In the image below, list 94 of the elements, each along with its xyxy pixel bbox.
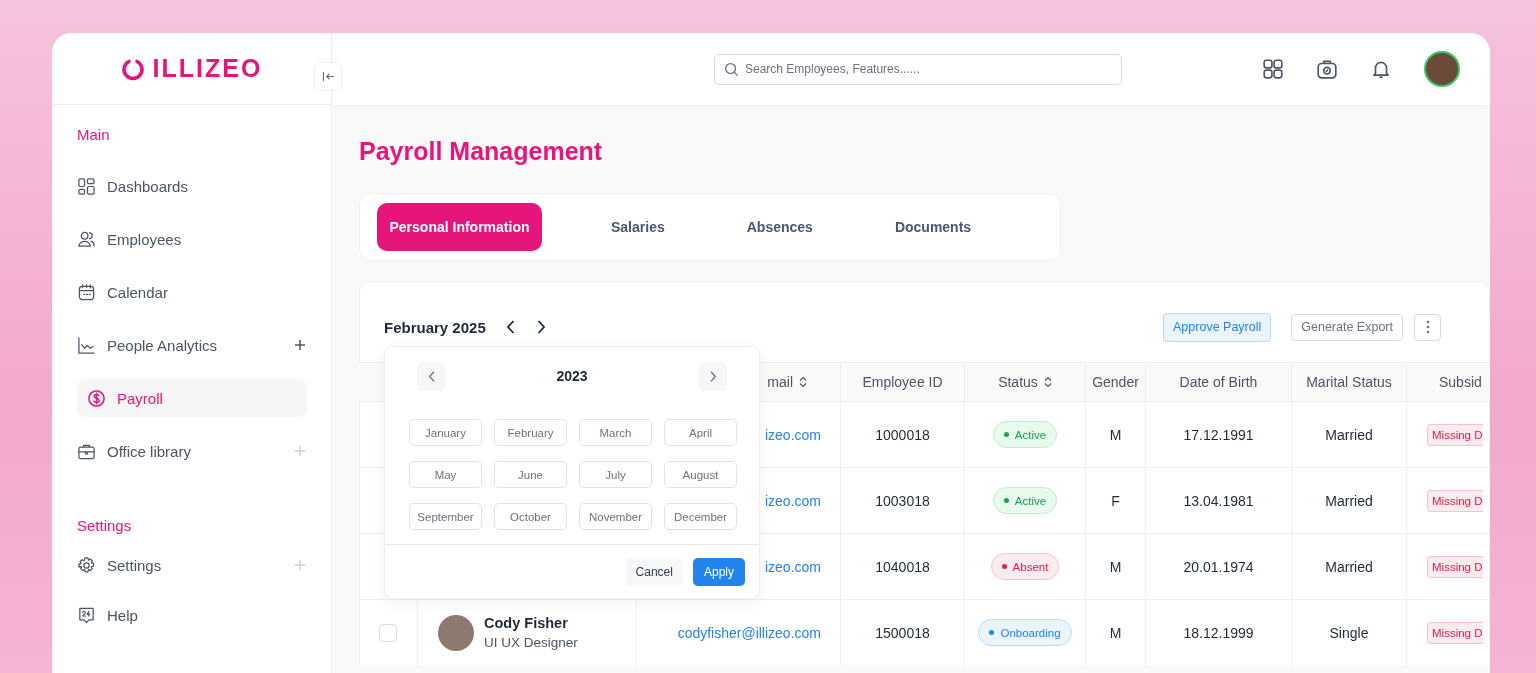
table-cell: M <box>1109 426 1122 443</box>
column-header: Employee ID <box>862 374 943 390</box>
chevron-right-icon <box>708 369 717 383</box>
column-header: Date of Birth <box>1179 374 1258 390</box>
column-header: mail <box>767 374 793 390</box>
status-badge: Absent <box>990 553 1060 580</box>
email-link[interactable]: izeo.com <box>764 426 821 443</box>
status-badge: Active <box>992 421 1058 448</box>
settings-icon <box>77 555 96 575</box>
column-header: Status <box>998 374 1038 390</box>
table-cell: 20.01.1974 <box>1183 558 1254 575</box>
grid-icon <box>77 176 96 196</box>
table-cell: M <box>1109 624 1122 641</box>
search-icon <box>724 61 739 77</box>
table-cell: 1500018 <box>875 624 930 641</box>
table-cell: Single <box>1329 624 1369 641</box>
chevron-left-icon <box>427 369 436 383</box>
approve-payroll-button[interactable]: Approve Payroll <box>1163 312 1272 342</box>
table-cell: Married <box>1325 426 1373 443</box>
month-option[interactable]: August <box>664 461 737 488</box>
plus-icon[interactable] <box>294 339 306 351</box>
apply-button[interactable]: Apply <box>692 557 745 586</box>
table-cell: 1000018 <box>875 426 930 443</box>
missing-badge: Missing D <box>1427 423 1484 446</box>
tab[interactable]: Absences <box>705 203 854 251</box>
month-option[interactable]: May <box>409 461 482 488</box>
column-header: Subsid <box>1439 374 1482 390</box>
chevron-left-icon[interactable] <box>505 319 516 335</box>
more-vertical-icon <box>1425 320 1430 334</box>
users-icon <box>77 229 96 249</box>
table-cell: 13.04.1981 <box>1183 492 1254 509</box>
chevron-right-icon[interactable] <box>535 319 546 335</box>
table-cell: 1003018 <box>875 492 930 509</box>
month-option[interactable]: September <box>409 503 482 530</box>
sidebar-item[interactable]: Payroll <box>77 379 307 417</box>
table-cell: 18.12.1999 <box>1183 624 1254 641</box>
email-link[interactable]: izeo.com <box>764 492 821 509</box>
month-option[interactable]: January <box>409 419 482 446</box>
month-option[interactable]: October <box>494 503 567 530</box>
sidebar-item[interactable]: Calendar <box>77 273 307 311</box>
month-option[interactable]: April <box>664 419 737 446</box>
page-title: Payroll Management <box>359 136 604 167</box>
dollar-icon <box>87 388 106 408</box>
month-option[interactable]: December <box>664 503 737 530</box>
month-option[interactable]: June <box>494 461 567 488</box>
collapse-sidebar-button[interactable] <box>314 62 342 91</box>
user-avatar[interactable] <box>1424 51 1460 87</box>
search-field[interactable]: Search Employees, Features...... <box>714 53 1122 85</box>
missing-badge: Missing D <box>1427 489 1484 512</box>
employee-name: Cody Fisher <box>484 615 569 631</box>
section-title: Main <box>77 127 111 143</box>
calendar-icon <box>77 282 96 302</box>
tab[interactable]: Salaries <box>570 203 706 251</box>
month-option[interactable]: March <box>579 419 652 446</box>
table-cell: M <box>1109 558 1122 575</box>
logo-text: ILLIZEO <box>152 54 263 83</box>
month-option[interactable]: February <box>494 419 567 446</box>
table-cell: Married <box>1325 558 1373 575</box>
sidebar-item[interactable]: Settings <box>77 546 307 584</box>
sidebar-item[interactable]: People Analytics <box>77 326 307 364</box>
sort-icon[interactable] <box>1043 376 1052 388</box>
column-header: Gender <box>1092 374 1139 390</box>
email-link[interactable]: izeo.com <box>764 558 821 575</box>
sidebar-item[interactable]: Help <box>77 596 307 634</box>
table-cell: F <box>1111 492 1120 509</box>
sort-icon[interactable] <box>799 376 807 388</box>
column-header: Marital Status <box>1306 374 1392 390</box>
email-link[interactable]: codyfisher@illizeo.com <box>677 624 821 641</box>
section-title: Settings <box>77 518 133 534</box>
sidebar-item[interactable]: Dashboards <box>77 167 307 205</box>
month-option[interactable]: November <box>579 503 652 530</box>
cancel-button[interactable]: Cancel <box>625 557 683 586</box>
apps-grid-icon[interactable] <box>1262 58 1284 80</box>
chart-icon <box>77 335 96 355</box>
status-badge: Active <box>992 487 1058 514</box>
avatar <box>438 614 474 651</box>
month-option[interactable]: July <box>579 461 652 488</box>
sidebar-item[interactable]: Office library <box>77 432 307 470</box>
collapse-icon <box>321 71 335 82</box>
generate-export-button[interactable]: Generate Export <box>1291 313 1403 341</box>
employee-role: UI UX Designer <box>484 635 578 650</box>
period-label: February 2025 <box>384 318 486 336</box>
row-checkbox[interactable] <box>379 623 397 642</box>
help-24-icon <box>77 605 96 625</box>
sidebar-item[interactable]: Employees <box>77 220 307 258</box>
year-label: 2023 <box>556 368 588 384</box>
table-cell: Married <box>1325 492 1373 509</box>
tab[interactable]: Personal Information <box>377 203 542 251</box>
missing-badge: Missing D <box>1427 555 1484 578</box>
table-cell: 1040018 <box>875 558 930 575</box>
status-badge: Onboarding <box>978 619 1072 646</box>
tab[interactable]: Documents <box>853 203 1013 251</box>
missing-badge: Missing D <box>1427 621 1484 644</box>
table-cell: 17.12.1991 <box>1183 426 1254 443</box>
